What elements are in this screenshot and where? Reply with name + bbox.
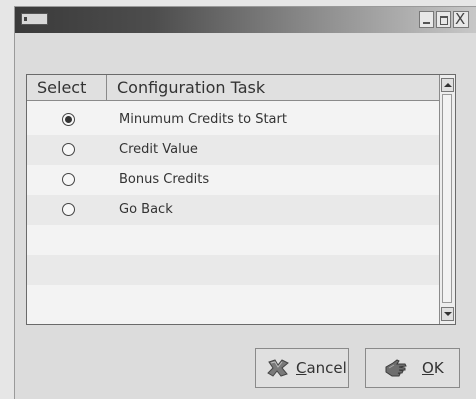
cancel-button[interactable]: Cancel (255, 348, 349, 388)
column-header-select[interactable]: Select (27, 75, 107, 100)
hand-pointing-icon (385, 359, 407, 377)
cancel-label: Cancel (296, 359, 347, 377)
empty-row (27, 225, 439, 255)
row-label: Go Back (119, 202, 173, 217)
empty-row (27, 285, 439, 315)
radio-button[interactable] (62, 143, 75, 156)
radio-button[interactable] (62, 173, 75, 186)
radio-button-selected[interactable] (62, 113, 75, 126)
maximize-icon[interactable] (436, 11, 451, 28)
configuration-task-list: Select Configuration Task Minumum Credit… (26, 74, 456, 325)
radio-button[interactable] (62, 203, 75, 216)
vertical-scrollbar[interactable] (439, 75, 455, 324)
row-label: Bonus Credits (119, 172, 210, 187)
cancel-icon (267, 359, 289, 377)
close-icon[interactable]: X (453, 11, 469, 28)
scroll-down-icon[interactable] (441, 307, 454, 321)
empty-row (27, 255, 439, 285)
table-header: Select Configuration Task (27, 75, 439, 101)
table-row[interactable]: Go Back (27, 195, 439, 225)
row-label: Minumum Credits to Start (119, 112, 287, 127)
table-row[interactable]: Bonus Credits (27, 165, 439, 195)
ok-button[interactable]: OK (365, 348, 460, 388)
table-row[interactable]: Credit Value (27, 135, 439, 165)
minimize-icon[interactable] (419, 11, 434, 28)
scroll-track[interactable] (442, 94, 452, 303)
scroll-up-icon[interactable] (441, 78, 454, 92)
close-glyph: X (455, 10, 466, 28)
table-row[interactable]: Minumum Credits to Start (27, 105, 439, 135)
ok-label: OK (422, 359, 444, 377)
title-bar[interactable]: X (15, 7, 476, 33)
column-header-task[interactable]: Configuration Task (107, 75, 439, 100)
row-label: Credit Value (119, 142, 198, 157)
window-menu-icon[interactable] (21, 13, 48, 25)
